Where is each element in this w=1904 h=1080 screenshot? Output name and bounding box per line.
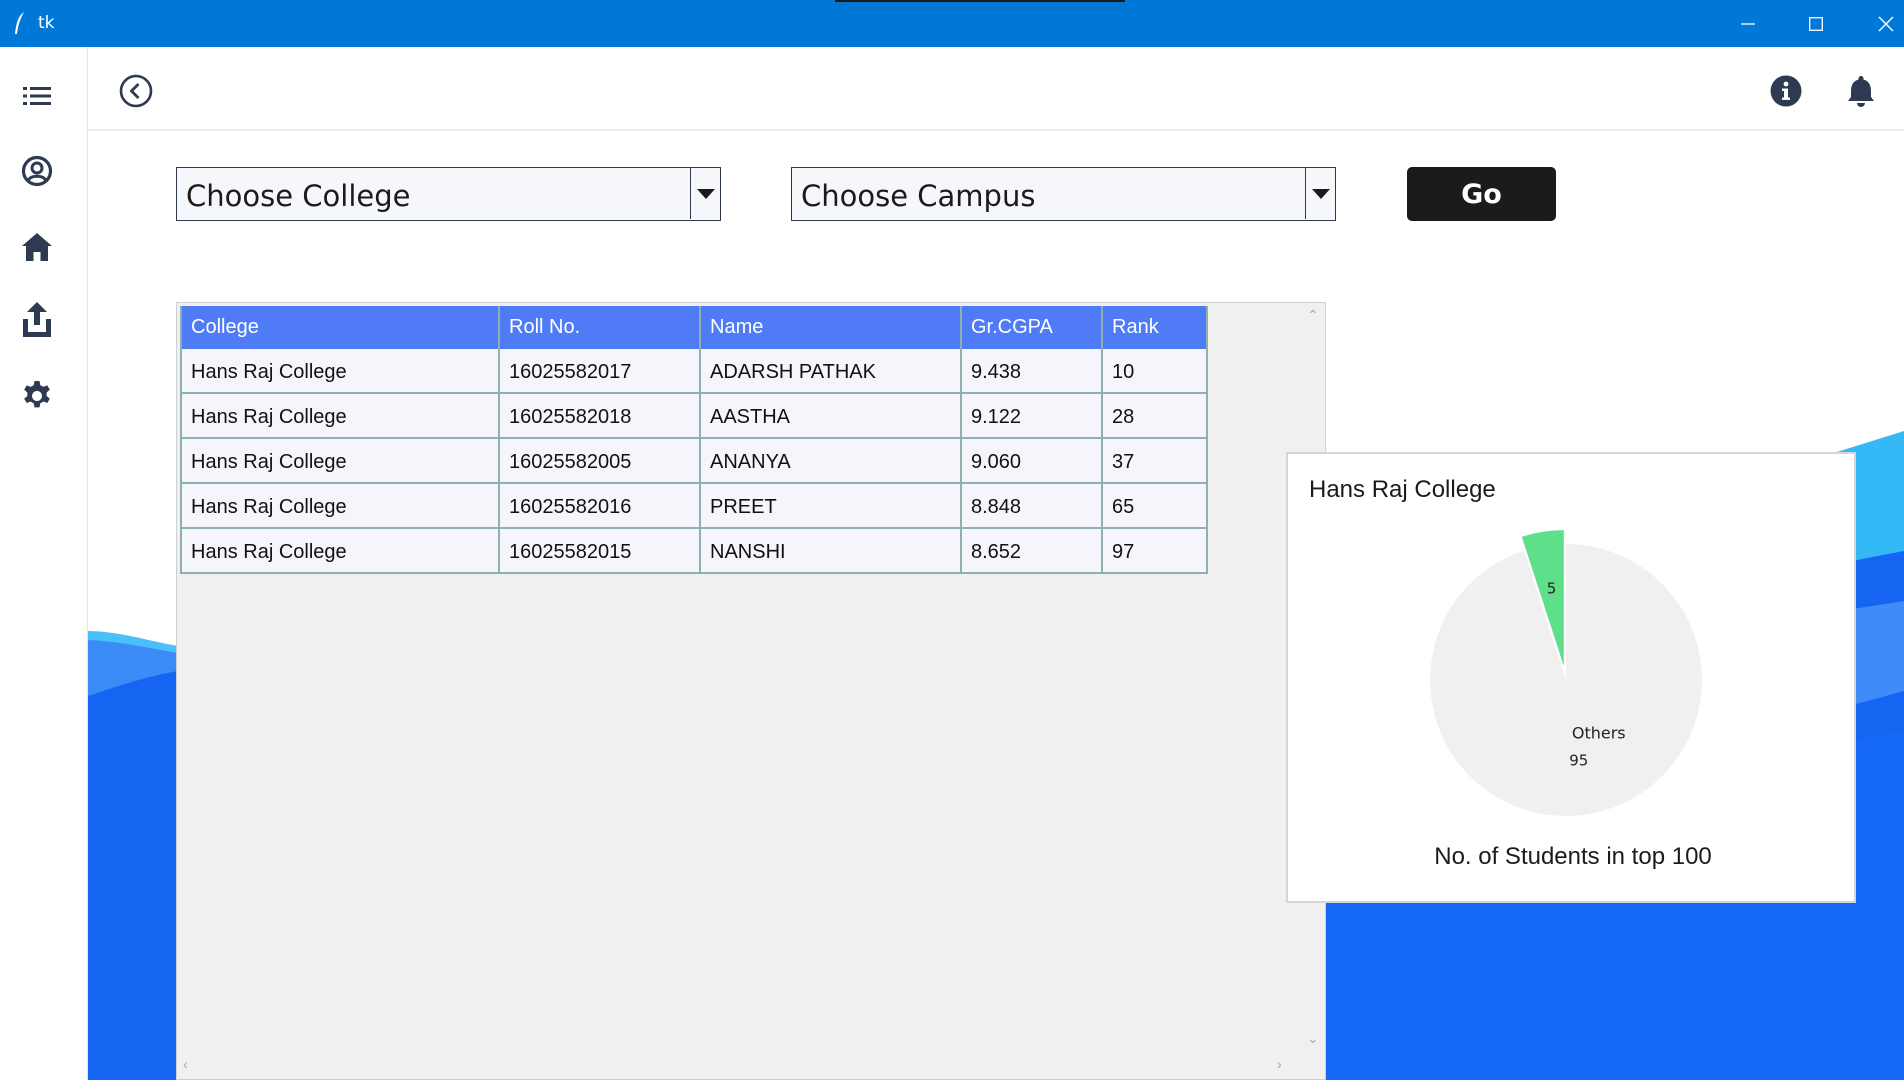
results-table: College Roll No. Name Gr.CGPA Rank Hans … [176,302,1326,1080]
column-header-cgpa[interactable]: Gr.CGPA [962,306,1103,349]
cell-name: ANANYA [701,439,962,484]
column-header-rank[interactable]: Rank [1103,306,1208,349]
window-title: tk [38,13,55,33]
cell-cgpa: 8.848 [962,484,1103,529]
cell-cgpa: 9.122 [962,394,1103,439]
feather-icon [15,12,24,34]
sidebar-item-upload[interactable] [18,301,56,339]
title-bar-accent-line [835,0,1125,2]
list-icon [23,87,51,105]
table-header-row: College Roll No. Name Gr.CGPA Rank [180,306,1208,349]
pie-value-label: 5 [1547,579,1557,597]
back-circle-icon[interactable] [118,73,154,109]
chevron-down-icon [696,188,715,199]
cell-rank: 10 [1103,349,1208,394]
cell-roll-no: 16025582018 [500,394,701,439]
sidebar-item-settings[interactable] [18,377,56,415]
close-icon [1878,16,1894,31]
horizontal-scrollbar[interactable]: ‹ › [177,1053,1301,1079]
top-header [88,47,1904,131]
go-button[interactable]: Go [1407,167,1556,221]
pie-chart: 5 95 Others [1430,530,1702,816]
user-circle-icon [21,155,53,187]
table-row[interactable]: Hans Raj College 16025582005 ANANYA 9.06… [180,439,1208,484]
chevron-down-icon [1311,188,1330,199]
scroll-left-icon[interactable]: ‹ [183,1056,188,1072]
cell-cgpa: 9.060 [962,439,1103,484]
bell-icon[interactable] [1843,73,1879,109]
cell-rank: 65 [1103,484,1208,529]
cell-college: Hans Raj College [180,349,500,394]
sidebar-item-profile[interactable] [18,152,56,190]
cell-cgpa: 8.652 [962,529,1103,574]
column-header-roll-no[interactable]: Roll No. [500,306,701,349]
maximize-button[interactable] [1786,0,1846,47]
scroll-up-icon[interactable]: ⌃ [1307,307,1319,324]
minimize-button[interactable] [1718,0,1778,47]
cell-college: Hans Raj College [180,484,500,529]
upload-icon [23,302,51,337]
cell-roll-no: 16025582005 [500,439,701,484]
window-title-bar: tk [0,0,1904,47]
gear-icon [24,381,50,408]
cell-college: Hans Raj College [180,439,500,484]
cell-rank: 97 [1103,529,1208,574]
maximize-icon [1809,16,1823,31]
main-content: Choose College Choose Campus Go College … [88,131,1904,1080]
chart-card: Hans Raj College 5 95 Others No. of Studen… [1286,452,1856,903]
cell-rank: 37 [1103,439,1208,484]
cell-cgpa: 9.438 [962,349,1103,394]
cell-name: AASTHA [701,394,962,439]
cell-college: Hans Raj College [180,529,500,574]
cell-name: NANSHI [701,529,962,574]
cell-college: Hans Raj College [180,394,500,439]
campus-dropdown-arrow[interactable] [1305,168,1335,219]
scroll-down-icon[interactable]: ⌄ [1307,1030,1319,1047]
column-header-name[interactable]: Name [701,306,962,349]
info-icon[interactable] [1768,73,1804,109]
sidebar-item-menu[interactable] [18,77,56,115]
column-header-college[interactable]: College [180,306,500,349]
home-icon [22,233,52,261]
pie-value-label: 95 [1569,752,1588,770]
cell-name: PREET [701,484,962,529]
pie-slice [1430,544,1702,816]
cell-roll-no: 16025582015 [500,529,701,574]
scroll-right-icon[interactable]: › [1277,1056,1282,1072]
cell-rank: 28 [1103,394,1208,439]
sidebar-item-home[interactable] [18,228,56,266]
college-dropdown[interactable]: Choose College [176,167,721,221]
pie-slice-label: Others [1572,724,1626,743]
close-button[interactable] [1856,0,1904,47]
cell-name: ADARSH PATHAK [701,349,962,394]
table-row[interactable]: Hans Raj College 16025582017 ADARSH PATH… [180,349,1208,394]
cell-roll-no: 16025582016 [500,484,701,529]
table-row[interactable]: Hans Raj College 16025582018 AASTHA 9.12… [180,394,1208,439]
table-row[interactable]: Hans Raj College 16025582015 NANSHI 8.65… [180,529,1208,574]
campus-dropdown[interactable]: Choose Campus [791,167,1336,221]
college-dropdown-arrow[interactable] [690,168,720,219]
college-dropdown-value: Choose College [186,179,411,213]
sidebar [0,47,88,1080]
table-row[interactable]: Hans Raj College 16025582016 PREET 8.848… [180,484,1208,529]
minimize-icon [1741,22,1755,25]
chart-caption: No. of Students in top 100 [1434,843,1712,870]
campus-dropdown-value: Choose Campus [801,179,1036,213]
cell-roll-no: 16025582017 [500,349,701,394]
